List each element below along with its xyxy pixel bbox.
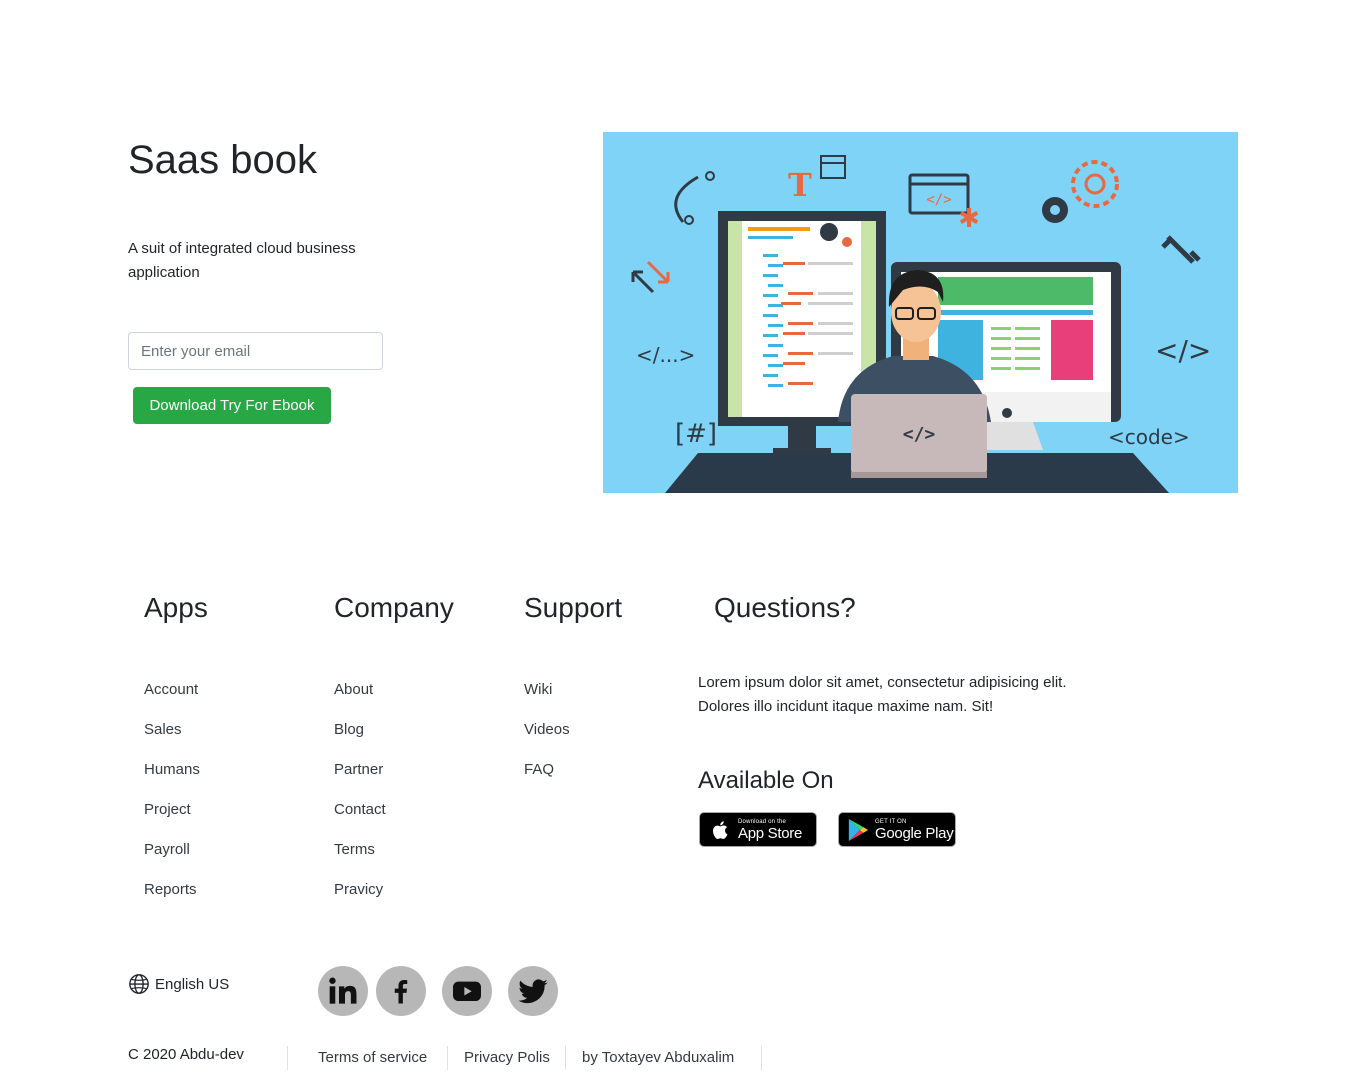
hero-illustration: </> T </> ✱ </...> </> [#] <code> [603,132,1238,493]
footer-apps-title: Apps [144,592,208,623]
footer-link-humans[interactable]: Humans [144,758,200,798]
privacy-policy-link[interactable]: Privacy Polis [464,1049,550,1066]
footer-link-faq[interactable]: FAQ [524,758,570,798]
linkedin-button[interactable] [318,966,368,1016]
globe-icon [129,974,149,994]
youtube-button[interactable] [442,966,492,1016]
code-dots-tag: </...> [636,343,695,367]
google-play-icon [848,818,869,841]
footer-link-about[interactable]: About [334,678,386,718]
google-play-small-text: GET IT ON [875,818,907,825]
twitter-icon [518,979,548,1004]
hash-tag: [#] [675,419,717,449]
questions-text: Lorem ipsum dolor sit amet, consectetur … [698,674,1067,715]
linkedin-icon [329,977,357,1004]
hero-subtitle: A suit of integrated cloud business appl… [128,240,356,281]
footer-link-payroll[interactable]: Payroll [144,838,200,878]
footer-link-partner[interactable]: Partner [334,758,386,798]
footer-company-list: About Blog Partner Contact Terms Pravicy [334,678,386,918]
author-link[interactable]: by Toxtayev Abduxalim [582,1049,734,1066]
code-word-tag: <code> [1108,425,1190,449]
google-play-big-text: Google Play [875,824,954,842]
footer-link-contact[interactable]: Contact [334,798,386,838]
divider [287,1046,288,1070]
copyright-text: C 2020 Abdu-dev [128,1046,244,1063]
language-selector[interactable]: English US [128,973,229,995]
footer-support-title: Support [524,592,623,623]
footer-link-videos[interactable]: Videos [524,718,570,758]
divider [761,1046,762,1070]
footer-link-account[interactable]: Account [144,678,200,718]
available-on-title: Available On [698,767,834,794]
divider [447,1046,448,1070]
footer-link-sales[interactable]: Sales [144,718,200,758]
app-store-badge[interactable]: Download on the App Store [699,812,817,847]
footer-link-reports[interactable]: Reports [144,878,200,918]
email-input[interactable] [128,332,383,370]
footer-link-project[interactable]: Project [144,798,200,838]
facebook-button[interactable] [376,966,426,1016]
language-label: English US [155,975,230,993]
apple-icon [713,820,728,839]
footer-link-terms[interactable]: Terms [334,838,386,878]
footer-link-wiki[interactable]: Wiki [524,678,570,718]
terms-of-service-link[interactable]: Terms of service [318,1049,427,1066]
footer-link-privacy[interactable]: Pravicy [334,878,386,918]
code-slash-tag: </> [1155,334,1211,367]
window-code-label: </> [926,192,951,208]
google-play-badge[interactable]: GET IT ON Google Play [838,812,956,847]
divider [565,1046,566,1070]
app-store-big-text: App Store [738,824,803,842]
letter-t-icon: T [788,166,812,204]
youtube-icon [453,981,481,1001]
footer-company-title: Company [334,592,454,623]
asterisk-icon: ✱ [958,204,980,234]
hero-title: Saas book [128,138,318,182]
footer-questions-title: Questions? [714,592,856,623]
footer-apps-list: Account Sales Humans Project Payroll Rep… [144,678,200,918]
twitter-button[interactable] [508,966,558,1016]
app-store-small-text: Download on the [738,818,787,825]
footer-support-list: Wiki Videos FAQ [524,678,570,798]
facebook-icon [394,980,408,1004]
footer-link-blog[interactable]: Blog [334,718,386,758]
download-ebook-button[interactable]: Download Try For Ebook [133,387,331,424]
laptop-code-label: </> [903,424,936,445]
